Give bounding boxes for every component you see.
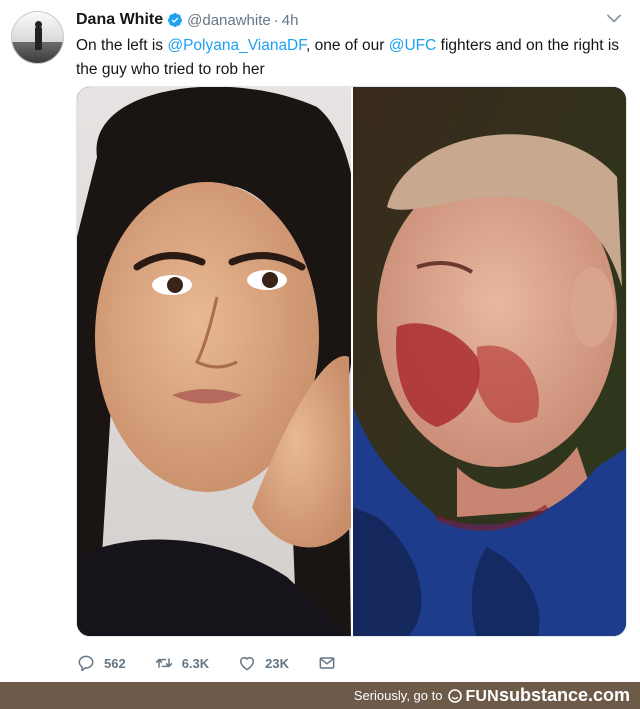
right-photo [351, 87, 626, 636]
header-separator: · [273, 11, 279, 29]
watermark-text: Seriously, go to [353, 688, 443, 703]
like-icon [240, 657, 255, 671]
funsubstance-logo-icon [448, 688, 463, 703]
author-handle[interactable]: @danawhite [187, 12, 271, 29]
like-action[interactable]: 23K [237, 653, 289, 673]
brand-fun: FUN [465, 688, 499, 705]
tweet-card: Dana White @danawhite · 4h On the left i… [0, 0, 640, 682]
media-photo-collage [77, 87, 626, 636]
author-name[interactable]: Dana White [76, 11, 163, 29]
reply-action[interactable]: 562 [76, 653, 126, 673]
site-watermark-bar: Seriously, go to FUN substance .com [0, 682, 640, 709]
mention-link-ufc[interactable]: @UFC [389, 37, 437, 54]
tweet-actions: 562 6.3K 23K [76, 650, 365, 676]
brand-suffix: .com [587, 685, 630, 705]
tweet-media-image[interactable] [76, 86, 627, 637]
retweet-action[interactable]: 6.3K [154, 653, 209, 673]
tweet-text-part: , one of our [306, 37, 389, 54]
retweet-icon [155, 658, 172, 668]
reply-icon [78, 655, 94, 672]
tweet-timestamp[interactable]: 4h [282, 12, 299, 29]
like-count: 23K [265, 655, 290, 671]
tweet-header: Dana White @danawhite · 4h [76, 10, 298, 30]
chevron-down-icon[interactable] [606, 12, 622, 26]
retweet-count: 6.3K [181, 655, 210, 671]
author-avatar[interactable] [11, 11, 64, 64]
brand-substance: substance [498, 685, 588, 705]
reply-count: 562 [104, 655, 126, 671]
mention-link-polyana[interactable]: @Polyana_VianaDF [167, 37, 306, 54]
tweet-text: On the left is @Polyana_VianaDF, one of … [76, 34, 621, 82]
direct-message-action[interactable] [317, 653, 337, 673]
verified-badge-icon [168, 13, 183, 27]
direct-message-icon [319, 657, 335, 669]
left-photo [77, 87, 360, 636]
tweet-text-part: On the left is [76, 37, 168, 54]
avatar-figure [35, 26, 42, 50]
watermark-brand[interactable]: FUN substance .com [465, 685, 630, 706]
